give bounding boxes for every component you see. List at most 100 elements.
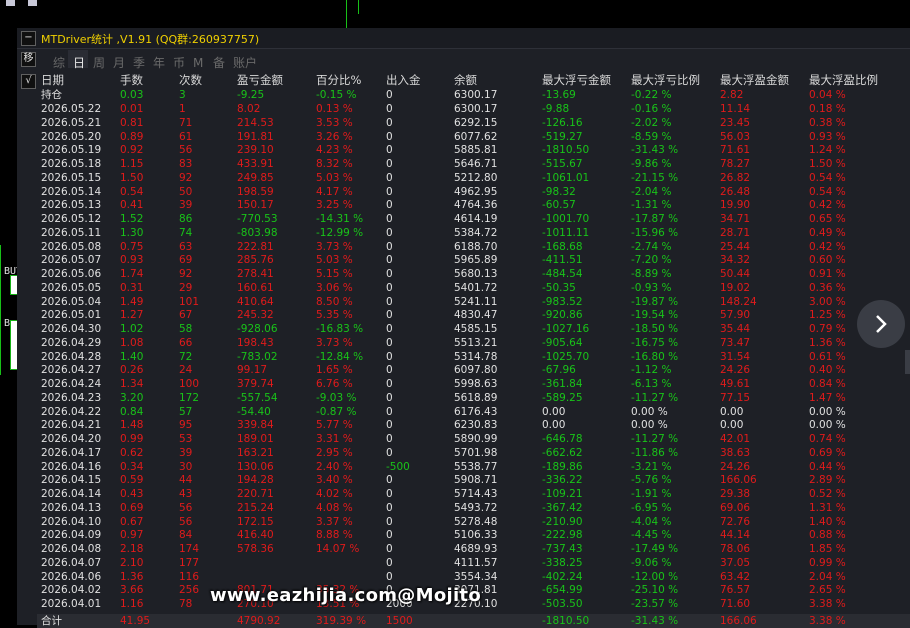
table-row[interactable]: 2026.05.08 0.75 63 222.81 3.73 % 0 6188.70 -168…: [37, 240, 910, 254]
table-row[interactable]: 2026.04.28 1.40 72 -783.02 -12.84 % 0 5314.78 -…: [37, 350, 910, 364]
title-bar[interactable]: MTDriver统计 ,V1.91 (QQ群:260937757): [17, 28, 910, 49]
tab-week[interactable]: 周: [93, 54, 113, 71]
cell-count: 39: [179, 446, 193, 459]
table-row[interactable]: 2026.05.13 0.41 39 150.17 3.25 % 0 4764.36 -60.…: [37, 198, 910, 212]
table-row[interactable]: 2026.04.20 0.99 53 189.01 3.31 % 0 5890.99 -646…: [37, 432, 910, 446]
table-row[interactable]: 2026.04.13 0.69 56 215.24 4.08 % 0 5493.72 -367…: [37, 501, 910, 515]
col-header-lots[interactable]: 手数: [120, 72, 143, 88]
col-header-maxloss[interactable]: 最大浮亏金额: [542, 72, 611, 88]
minimize-button[interactable]: −: [21, 31, 36, 46]
col-header-maxloss-pct[interactable]: 最大浮亏比例: [631, 72, 700, 88]
cell-count: 177: [179, 556, 200, 569]
scroll-handle[interactable]: [905, 350, 910, 374]
tab-year[interactable]: 年: [153, 54, 173, 71]
table-row[interactable]: 2026.05.06 1.74 92 278.41 5.15 % 0 5680.13 -484…: [37, 267, 910, 281]
tab-day[interactable]: 日: [73, 54, 93, 71]
cell-lots: 0.41: [120, 199, 144, 212]
table-row[interactable]: 2026.05.12 1.52 86 -770.53 -14.31 % 0 4614.19 -…: [37, 212, 910, 226]
table-row[interactable]: 2026.05.05 0.31 29 160.61 3.06 % 0 5401.72 -50.…: [37, 281, 910, 295]
cell-maxgain-pct: 3.38 %: [809, 598, 846, 610]
table-row[interactable]: 2026.04.07 2.10 177 0 4111.57 -338.25 -9.06 % 3…: [37, 556, 910, 570]
cell-inout: 0: [386, 323, 393, 335]
table-row[interactable]: 2026.05.21 0.81 71 214.53 3.53 % 0 6292.15 -126…: [37, 116, 910, 130]
table-row[interactable]: 2026.05.19 0.92 56 239.10 4.23 % 0 5885.81 -181…: [37, 143, 910, 157]
cell-pnl: 172.15: [237, 515, 274, 528]
table-row[interactable]: 2026.04.22 0.84 57 -54.40 -0.87 % 0 6176.43 0.0…: [37, 405, 910, 419]
table-row[interactable]: 2026.05.04 1.49 101 410.64 8.50 % 0 5241.11 -98…: [37, 295, 910, 309]
table-row[interactable]: 2026.04.21 1.48 95 339.84 5.77 % 0 6230.83 0.00…: [37, 418, 910, 432]
table-row[interactable]: 2026.05.07 0.93 69 285.76 5.03 % 0 5965.89 -411…: [37, 253, 910, 267]
cell-balance: 5106.33: [454, 529, 498, 542]
tab-note[interactable]: 备: [213, 54, 233, 71]
col-header-date[interactable]: 日期: [41, 72, 64, 88]
cell-maxgain-pct: 0.00 %: [809, 419, 846, 432]
table-row[interactable]: 2026.04.15 0.59 44 194.28 3.40 % 0 5908.71 -336…: [37, 473, 910, 487]
cell-maxgain: 50.44: [720, 268, 751, 280]
tab-magic[interactable]: M: [193, 56, 213, 70]
check-button[interactable]: √: [21, 74, 36, 89]
table-row[interactable]: 2026.04.29 1.08 66 198.43 3.73 % 0 5513.21 -905…: [37, 336, 910, 350]
table-row[interactable]: 2026.04.14 0.43 43 220.71 4.02 % 0 5714.43 -109…: [37, 487, 910, 501]
table-row[interactable]: 2026.04.30 1.02 58 -928.06 -16.83 % 0 4585.15 -…: [37, 322, 910, 336]
cell-maxloss: -1011.11: [542, 226, 590, 239]
cell-pct: 3.53 %: [316, 116, 353, 129]
table-row[interactable]: 2026.04.17 0.62 39 163.21 2.95 % 0 5701.98 -662…: [37, 446, 910, 460]
cell-maxgain: 29.38: [720, 488, 751, 500]
table-row[interactable]: 2026.05.14 0.54 50 198.59 4.17 % 0 4962.95 -98.…: [37, 185, 910, 199]
cell-count: 95: [179, 419, 193, 432]
cell-maxgain: 73.47: [720, 336, 751, 349]
cell-maxloss-pct: -15.96 %: [631, 226, 679, 239]
cell-maxloss-pct: 0.00 %: [631, 419, 668, 432]
table-row[interactable]: 2026.04.16 0.34 30 130.06 2.40 % -500 5538.77 -…: [37, 460, 910, 474]
tab-quarter[interactable]: 季: [133, 54, 153, 71]
col-header-pct[interactable]: 百分比%: [316, 72, 361, 88]
cell-lots: 1.34: [120, 378, 144, 390]
table-row[interactable]: 2026.05.20 0.89 61 191.81 3.26 % 0 6077.62 -519…: [37, 130, 910, 144]
col-header-maxgain-pct[interactable]: 最大浮盈比例: [809, 72, 878, 88]
cell-lots: 0.62: [120, 446, 144, 459]
cell-maxgain-pct: 0.74 %: [809, 433, 846, 445]
tab-currency[interactable]: 币: [173, 54, 193, 71]
holding-row[interactable]: 持仓 0.03 3 -9.25 -0.15 % 0 6300.17 -13.69 -0.22 %…: [37, 88, 910, 102]
move-button[interactable]: 移: [21, 52, 36, 67]
col-header-count[interactable]: 次数: [179, 72, 202, 88]
table-row[interactable]: 2026.05.15 1.50 92 249.85 5.03 % 0 5212.80 -106…: [37, 171, 910, 185]
table-row[interactable]: 2026.05.11 1.30 74 -803.98 -12.99 % 0 5384.72 -…: [37, 226, 910, 240]
table-row[interactable]: 2026.04.24 1.34 100 379.74 6.76 % 0 5998.63 -36…: [37, 377, 910, 391]
cell-count: 83: [179, 158, 193, 170]
cell-maxgain: 35.44: [720, 323, 751, 335]
total-row[interactable]: 合计 41.95 4790.92 319.39 % 1500 -1810.50 -31.43…: [37, 614, 910, 628]
cell-balance: 5646.71: [454, 158, 498, 170]
chart-wick: [358, 0, 359, 14]
cell-maxgain-pct: 1.25 %: [809, 309, 846, 322]
cell-count: 53: [179, 433, 193, 445]
table-row[interactable]: 2026.04.09 0.97 84 416.40 8.88 % 0 5106.33 -222…: [37, 528, 910, 542]
tab-month[interactable]: 月: [113, 54, 133, 71]
table-row[interactable]: 2026.04.08 2.18 174 578.36 14.07 % 0 4689.93 -7…: [37, 542, 910, 556]
col-header-inout[interactable]: 出入金: [386, 72, 421, 88]
cell-balance: 5384.72: [454, 226, 498, 239]
table-row[interactable]: 2026.04.10 0.67 56 172.15 3.37 % 0 5278.48 -210…: [37, 515, 910, 529]
col-header-balance[interactable]: 余额: [454, 72, 477, 88]
col-header-pnl[interactable]: 盈亏金额: [237, 72, 283, 88]
tab-account[interactable]: 账户: [233, 54, 261, 71]
cell-maxgain-pct: 2.89 %: [809, 474, 846, 487]
table-row[interactable]: 2026.05.22 0.01 1 8.02 0.13 % 0 6300.17 -9.88 -0…: [37, 102, 910, 116]
next-arrow-button[interactable]: [857, 300, 905, 348]
cell-balance: 4585.15: [454, 323, 498, 335]
table-row[interactable]: 2026.05.01 1.27 67 245.32 5.35 % 0 4830.47 -920…: [37, 308, 910, 322]
cell-pnl: 130.06: [237, 460, 274, 473]
tab-summary[interactable]: 综: [53, 54, 73, 71]
table-row[interactable]: 2026.05.18 1.15 83 433.91 8.32 % 0 5646.71 -515…: [37, 157, 910, 171]
cell-maxloss: -905.64: [542, 336, 583, 349]
cell-inout: 0: [386, 199, 393, 212]
cell-pnl: 239.10: [237, 144, 274, 157]
cell-inout: 1500: [386, 615, 413, 627]
cell-maxloss-pct: -12.00 %: [631, 570, 679, 583]
table-row[interactable]: 2026.04.23 3.20 172 -557.54 -9.03 % 0 5618.89 -…: [37, 391, 910, 405]
table-row[interactable]: 2026.04.27 0.26 24 99.17 1.65 % 0 6097.80 -67.9…: [37, 363, 910, 377]
table-row[interactable]: 2026.04.06 1.36 116 0 3554.34 -402.24 -12.00 %…: [37, 570, 910, 584]
col-header-maxgain[interactable]: 最大浮盈金额: [720, 72, 789, 88]
cell-maxgain: 25.44: [720, 240, 751, 253]
cell-count: 67: [179, 309, 193, 322]
